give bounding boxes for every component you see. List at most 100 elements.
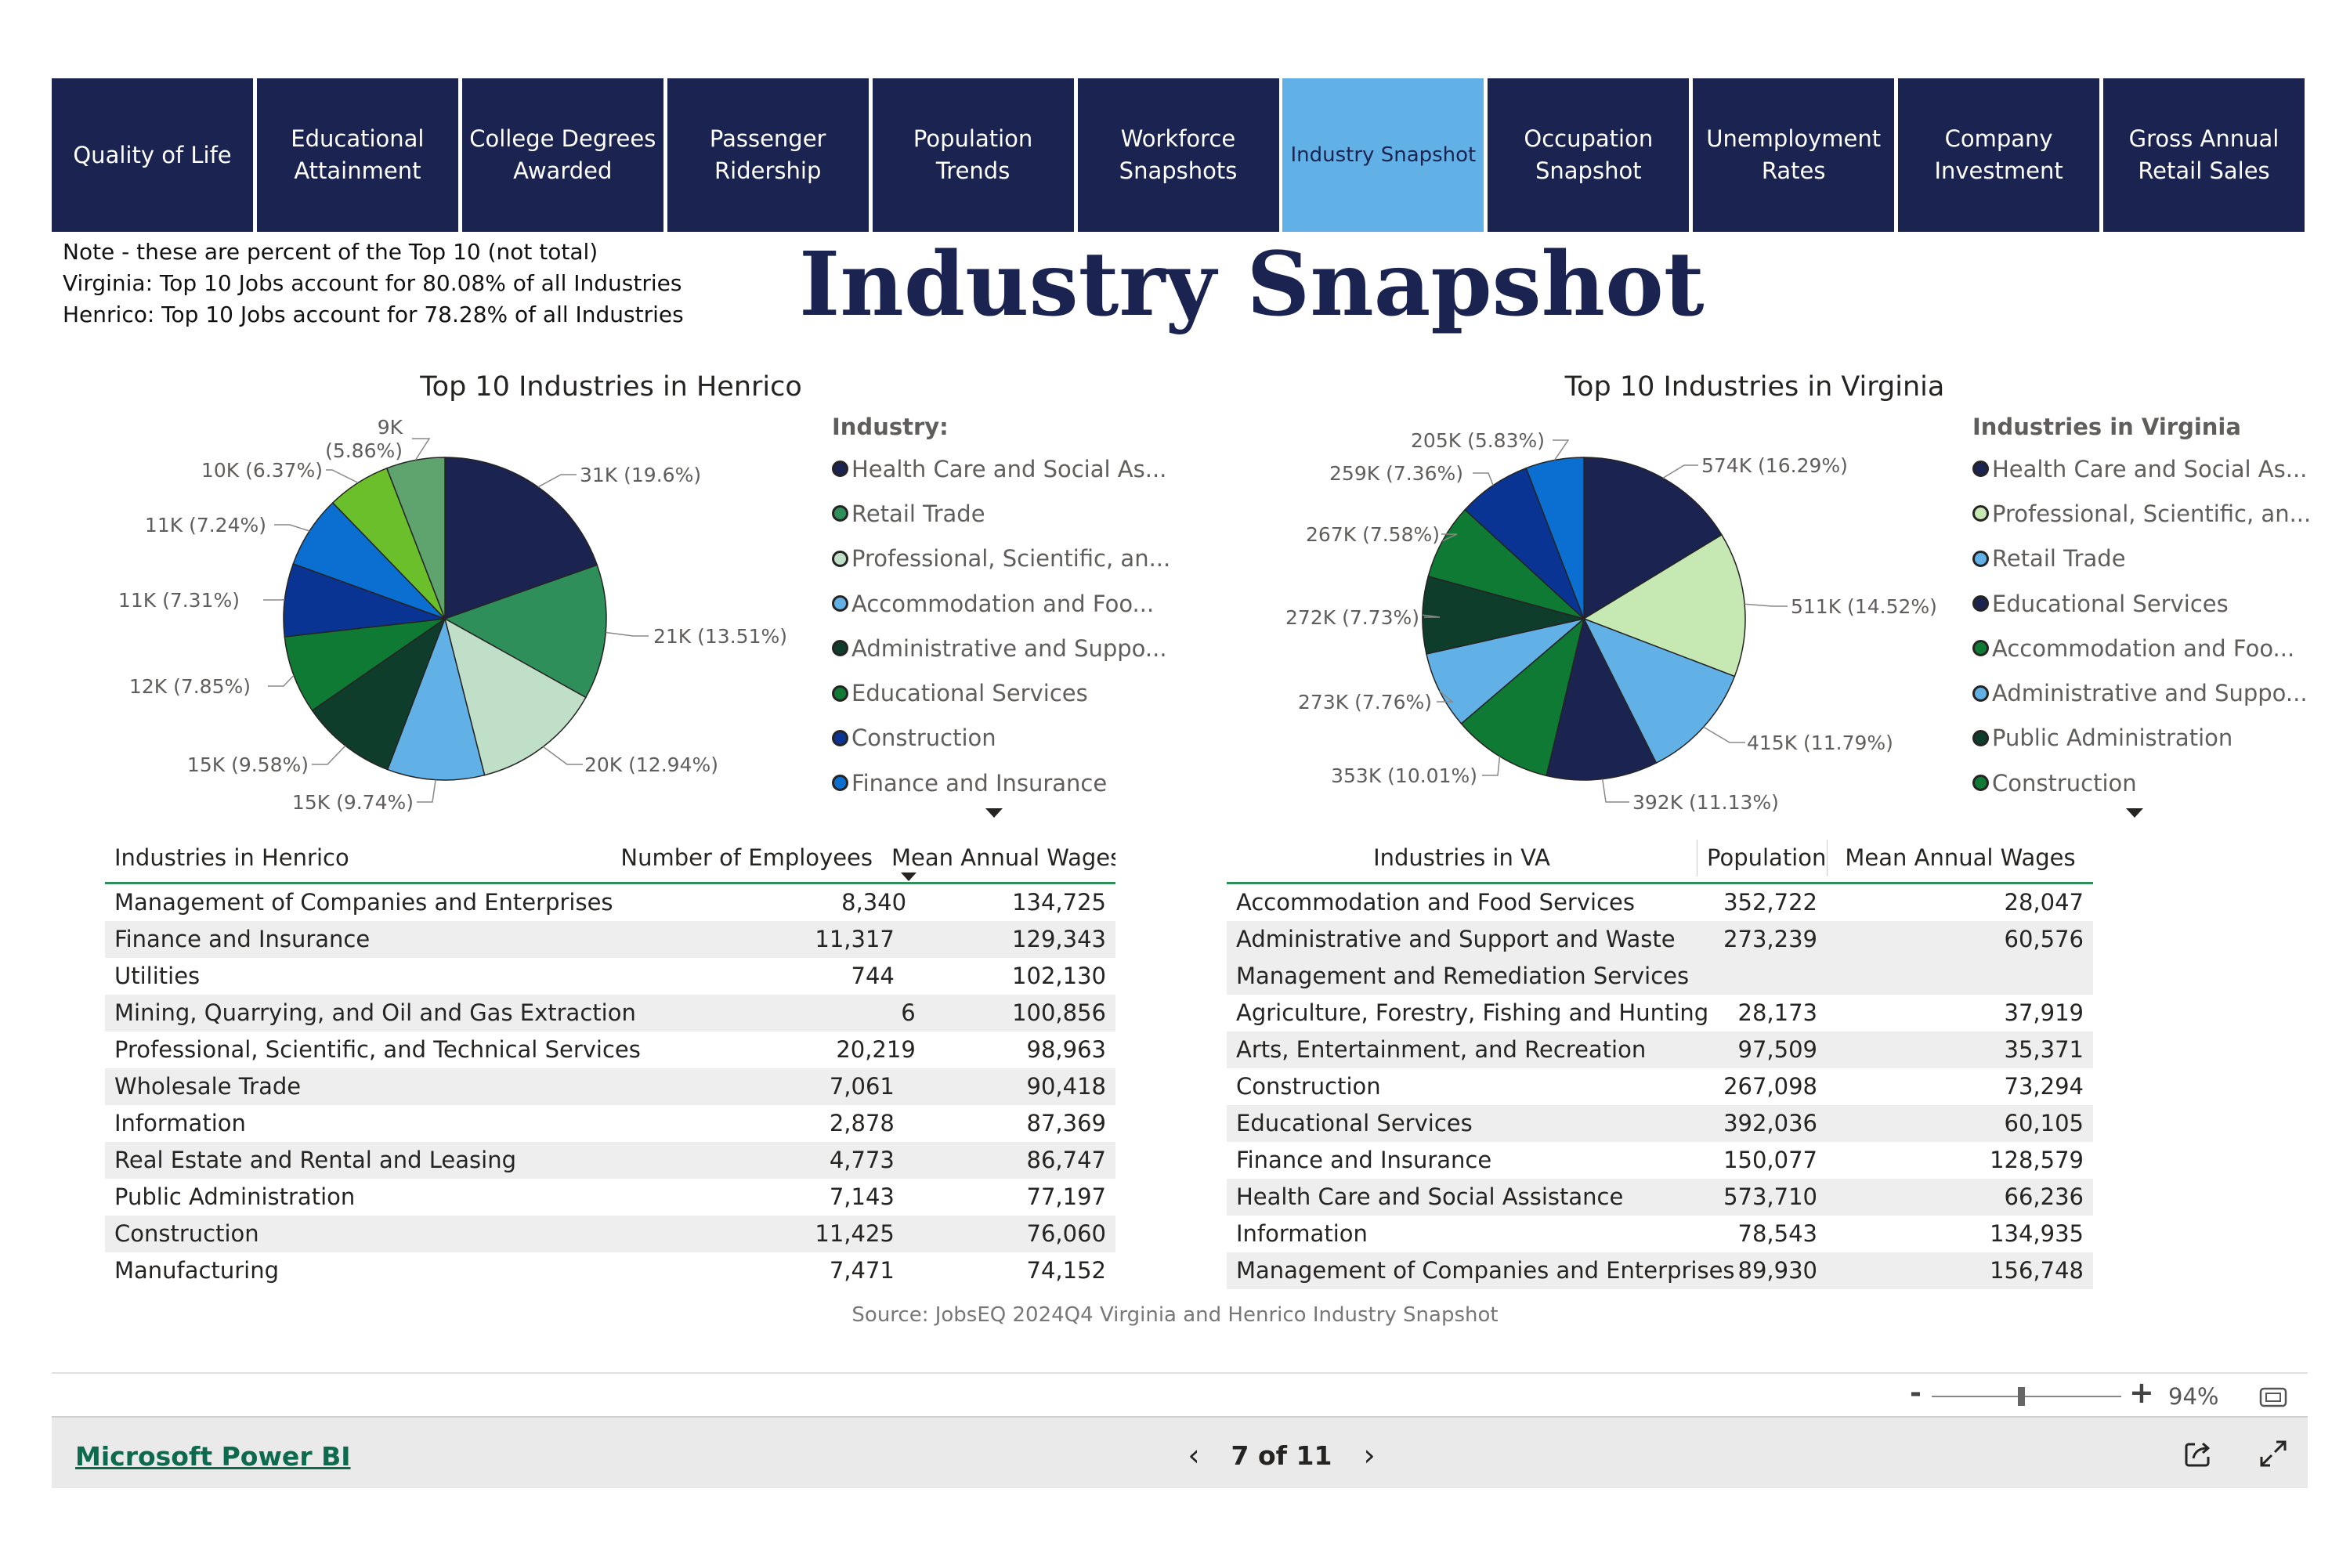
page-navigator: ‹ 7 of 11 › <box>1117 1438 1446 1472</box>
chevron-right-icon[interactable]: › <box>1332 1438 1406 1472</box>
table-cell: Wholesale Trade <box>114 1073 302 1100</box>
fit-to-page-icon[interactable] <box>2259 1386 2287 1411</box>
virginia-legend[interactable]: Industries in Virginia Health Care and S… <box>1972 410 2317 818</box>
table-cell: 134,725 <box>1012 889 1106 916</box>
legend-item[interactable]: Professional, Scientific, an... <box>1972 491 2317 536</box>
table-cell: 7,061 <box>829 1073 895 1100</box>
table-row[interactable]: Construction 267,098 73,294 <box>1227 1068 2093 1105</box>
table-cell: 60,576 <box>2004 926 2084 952</box>
legend-marker-icon <box>1972 550 1989 567</box>
legend-item[interactable]: Administrative and Suppo... <box>1972 670 2317 715</box>
table-cell: 273,239 <box>1723 926 1817 952</box>
table-cell: Mining, Quarrying, and Oil and Gas Extra… <box>114 999 636 1026</box>
table-row[interactable]: Mining, Quarrying, and Oil and Gas Extra… <box>105 995 1115 1031</box>
slice-data-label: 415K (11.79%) <box>1747 732 1893 754</box>
table-row[interactable]: Public Administration 7,143 77,197 <box>105 1179 1115 1216</box>
table-row[interactable]: Professional, Scientific, and Technical … <box>105 1031 1115 1068</box>
table-row[interactable]: Utilities 744 102,130 <box>105 958 1115 995</box>
table-row[interactable]: Construction 11,425 76,060 <box>105 1216 1115 1252</box>
legend-label: Retail Trade <box>1992 545 2126 573</box>
column-header[interactable]: Mean Annual Wages <box>1827 839 2093 876</box>
table-row[interactable]: Health Care and Social Assistance 573,710… <box>1227 1179 2093 1216</box>
legend-marker-icon <box>1972 775 1989 792</box>
table-cell: 6 <box>901 999 916 1026</box>
legend-label: Professional, Scientific, an... <box>1992 500 2312 527</box>
table-row[interactable]: Wholesale Trade 7,061 90,418 <box>105 1068 1115 1105</box>
zoom-out-button[interactable]: - <box>1910 1377 1922 1409</box>
table-header: Industries in VA Population Mean Annual Wa… <box>1227 833 2093 884</box>
table-cell: 76,060 <box>1026 1220 1106 1247</box>
table-cell: 86,747 <box>1026 1147 1106 1173</box>
legend-item[interactable]: Accommodation and Foo... <box>1972 626 2317 670</box>
leader-line <box>1703 726 1745 743</box>
va-table[interactable]: Industries in VA Population Mean Annual Wa… <box>1227 833 2093 1289</box>
slice-data-label: 392K (11.13%) <box>1632 791 1779 814</box>
table-cell: Construction <box>114 1220 259 1247</box>
henrico-table[interactable]: Industries in Henrico Number of Employees… <box>105 833 1115 1286</box>
table-cell: Educational Services <box>1236 1110 1473 1136</box>
legend-more-icon[interactable] <box>2126 808 2143 818</box>
table-cell: 28,047 <box>2004 889 2084 916</box>
expand-icon[interactable] <box>2258 1438 2289 1472</box>
legend-item[interactable]: Health Care and Social As... <box>1972 446 2317 491</box>
zoom-slider[interactable] <box>1932 1387 2121 1406</box>
slice-data-label: 511K (14.52%) <box>1791 595 1937 618</box>
column-header[interactable]: Population <box>1697 839 1827 876</box>
legend-item[interactable]: Public Administration <box>1972 716 2317 761</box>
table-row[interactable]: Educational Services 392,036 60,105 <box>1227 1105 2093 1142</box>
virginia-pie-chart: 574K (16.29%) 511K (14.52%) 415K (11.79%) 3… <box>1285 429 1937 814</box>
table-row[interactable]: Finance and Insurance 150,077 128,579 <box>1227 1142 2093 1179</box>
zoom-bar: - + 94% <box>52 1372 2308 1418</box>
legend-item[interactable]: Educational Services <box>1972 581 2317 626</box>
table-cell: Arts, Entertainment, and Recreation <box>1236 1036 1647 1063</box>
table-cell: 156,748 <box>1990 1257 2084 1284</box>
leader-line <box>1662 464 1698 479</box>
leader-line <box>1601 779 1629 803</box>
table-cell: Management of Companies and Enterprises <box>1236 1257 1735 1284</box>
slice-data-label: 267K (7.58%) <box>1306 523 1440 546</box>
legend-item[interactable]: Retail Trade <box>1972 537 2317 581</box>
slice-data-label: 353K (10.01%) <box>1331 764 1477 787</box>
table-cell: Professional, Scientific, and Technical … <box>114 1036 641 1063</box>
legend-marker-icon <box>1972 640 1989 657</box>
table-row[interactable]: Information 78,543 134,935 <box>1227 1216 2093 1252</box>
column-header[interactable]: Industries in VA <box>1227 840 1697 876</box>
table-cell: 28,173 <box>1737 999 1817 1026</box>
table-row[interactable]: Management of Companies and Enterprises 8… <box>105 884 1115 921</box>
zoom-in-button[interactable]: + <box>2129 1375 2154 1410</box>
table-cell: 37,919 <box>2004 999 2084 1026</box>
table-row[interactable]: Management of Companies and Enterprises 8… <box>1227 1252 2093 1289</box>
table-row[interactable]: Accommodation and Food Services 352,722 28… <box>1227 884 2093 921</box>
legend-label: Public Administration <box>1992 724 2233 752</box>
table-row[interactable]: Administrative and Support and Waste Man… <box>1227 921 2093 995</box>
table-row[interactable]: Finance and Insurance 11,317 129,343 <box>105 921 1115 958</box>
table-cell: Information <box>1236 1220 1368 1247</box>
table-cell: 20,219 <box>836 1036 916 1063</box>
leader-line <box>1482 756 1501 776</box>
table-cell: 98,963 <box>1026 1036 1106 1063</box>
tab-gross-annual-retail-sales[interactable]: Gross Annual Retail Sales <box>2103 78 2305 232</box>
zoom-slider-thumb[interactable] <box>2017 1387 2025 1406</box>
table-row[interactable]: Agriculture, Forestry, Fishing and Hunti… <box>1227 995 2093 1031</box>
power-bi-link[interactable]: Microsoft Power BI <box>75 1441 351 1472</box>
slice-data-label: 272K (7.73%) <box>1285 606 1419 629</box>
zoom-level: 94% <box>2168 1383 2219 1410</box>
table-row[interactable]: Arts, Entertainment, and Recreation 97,50… <box>1227 1031 2093 1068</box>
share-icon[interactable] <box>2182 1438 2214 1472</box>
table-cell: Agriculture, Forestry, Fishing and Hunti… <box>1236 999 1709 1026</box>
table-cell: 78,543 <box>1737 1220 1817 1247</box>
table-row[interactable]: Information 2,878 87,369 <box>105 1105 1115 1142</box>
legend-item[interactable]: Construction <box>1972 761 2317 805</box>
legend-label: Construction <box>1992 769 2137 797</box>
column-header[interactable]: Number of Employees <box>579 840 882 876</box>
chevron-left-icon[interactable]: ‹ <box>1156 1438 1231 1472</box>
column-header[interactable]: Industries in Henrico <box>105 840 579 876</box>
table-row[interactable]: Real Estate and Rental and Leasing 4,773 8… <box>105 1142 1115 1179</box>
column-header[interactable]: Mean Annual Wages <box>882 840 1115 876</box>
table-cell: 573,710 <box>1723 1183 1817 1210</box>
legend-marker-icon <box>1972 505 1989 522</box>
table-cell: Finance and Insurance <box>114 926 371 952</box>
table-row[interactable]: Manufacturing 7,471 74,152 <box>105 1252 1115 1286</box>
table-cell: 128,579 <box>1990 1147 2084 1173</box>
table-cell: 7,143 <box>829 1183 895 1210</box>
